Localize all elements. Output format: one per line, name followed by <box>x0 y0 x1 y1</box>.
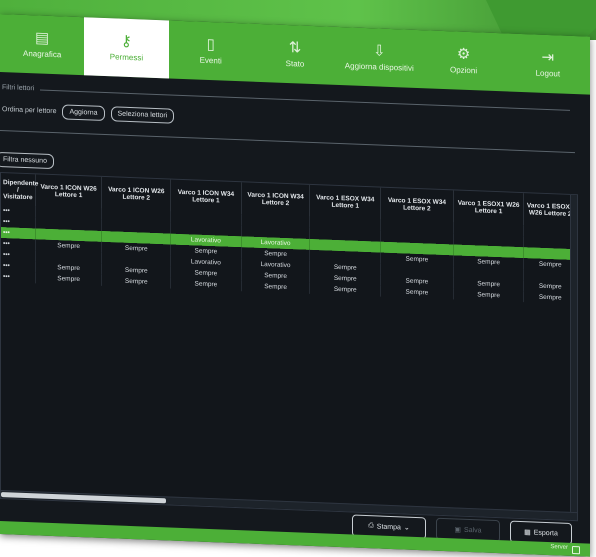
status-icon <box>572 545 580 555</box>
column-header[interactable]: Dipendente / Visitatore <box>1 173 38 207</box>
column-header[interactable]: Varco 1 ESOX W34 Lettore 1 <box>309 184 381 220</box>
tab-logout[interactable]: ⇥ Logout <box>506 33 590 94</box>
permission-cell[interactable]: Sempre <box>309 282 381 297</box>
status-text: Server <box>550 544 568 551</box>
tab-label: Opzioni <box>449 65 478 76</box>
column-header[interactable]: Varco 1 ICON W34 Lettore 1 <box>170 179 242 215</box>
save-label: Salva <box>464 526 482 534</box>
column-header[interactable]: Varco 1 ICON W34 Lettore 2 <box>241 182 310 217</box>
permission-cell[interactable]: Sempre <box>101 274 171 289</box>
print-icon: ⎙ <box>368 522 374 530</box>
column-header[interactable]: Varco 1 ICON W26 Lettore 1 <box>35 174 102 209</box>
select-readers-button[interactable]: Seleziona lettori <box>110 106 175 124</box>
tab-label: Aggiorna dispositivi <box>344 61 414 73</box>
filter-section-label: Filtri lettori <box>2 84 35 93</box>
reset-row: Filtra nessuno <box>0 148 54 170</box>
update-button[interactable]: Aggiorna <box>62 104 105 122</box>
export-label: Esporta <box>533 529 558 537</box>
permission-cell[interactable]: Sempre <box>523 291 577 305</box>
tab-eventi[interactable]: ▯ Eventi <box>169 20 253 81</box>
tab-permessi[interactable]: ⚷ Permessi <box>84 17 169 79</box>
permission-cell[interactable]: Sempre <box>380 285 454 300</box>
gear-icon: ⚙ <box>456 45 471 64</box>
tab-opzioni[interactable]: ⚙ Opzioni <box>421 30 505 91</box>
chevron-down-icon: ⌄ <box>403 524 410 532</box>
permissions-table: Dipendente / Visitatore Varco 1 ICON W26… <box>0 172 578 522</box>
list-icon: ▤ <box>35 29 50 47</box>
main-content: Filtri lettori Ordina per lettore Aggior… <box>0 72 590 557</box>
key-icon: ⚷ <box>120 32 132 51</box>
bars-icon: ⇅ <box>288 39 302 57</box>
tab-aggiorna-dispositivi[interactable]: ⇩ Aggiorna dispositivi <box>337 27 421 88</box>
tab-label: Logout <box>535 68 561 79</box>
download-icon: ⇩ <box>372 42 386 60</box>
tab-stato[interactable]: ⇅ Stato <box>253 24 337 85</box>
column-header[interactable]: Varco 1 ICON W26 Lettore 2 <box>101 176 171 212</box>
permissions-grid: Dipendente / Visitatore Varco 1 ICON W26… <box>1 173 577 305</box>
permission-cell[interactable]: Sempre <box>241 280 310 294</box>
app-window: ▤ Anagrafica ⚷ Permessi ▯ Eventi ⇅ Stato… <box>0 14 590 557</box>
tab-label: Permessi <box>109 52 144 63</box>
print-label: Stampa <box>376 522 401 531</box>
divider <box>0 130 575 154</box>
tab-anagrafica[interactable]: ▤ Anagrafica <box>0 14 84 75</box>
logout-icon: ⇥ <box>541 48 555 67</box>
tab-label: Eventi <box>199 55 222 66</box>
permission-cell[interactable]: Sempre <box>170 277 242 292</box>
permission-cell[interactable]: Sempre <box>35 272 102 286</box>
save-icon: ▣ <box>454 526 462 534</box>
row-name-cell[interactable]: ••• <box>1 271 36 284</box>
order-label: Ordina per lettore <box>2 106 57 116</box>
doc-icon: ▯ <box>206 35 215 54</box>
tab-label: Stato <box>285 58 305 69</box>
vertical-scrollbar[interactable] <box>570 194 577 521</box>
column-header[interactable]: Varco 1 ESOX1 W26 Lettore 1 <box>453 190 524 226</box>
reset-filter-button[interactable]: Filtra nessuno <box>0 151 54 170</box>
tab-label: Anagrafica <box>23 48 62 60</box>
column-header[interactable]: Varco 1 ESOX1 W26 Lettore 2 <box>523 193 577 228</box>
column-header[interactable]: Varco 1 ESOX W34 Lettore 2 <box>380 187 454 223</box>
permission-cell[interactable]: Sempre <box>453 288 524 303</box>
export-icon: ▦ <box>524 529 531 537</box>
filter-row: Ordina per lettore Aggiorna Seleziona le… <box>2 102 175 124</box>
